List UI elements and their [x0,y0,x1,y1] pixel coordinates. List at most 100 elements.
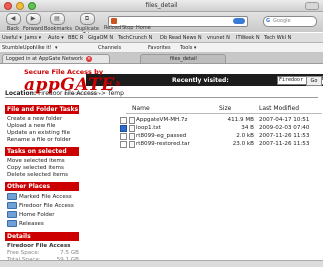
table-row[interactable]: rt8099-eg_passed 2.0 kB 2007-11-26 11:53 [120,132,322,140]
location-label: Location: [5,90,37,97]
folder-label: Firedoor File Access [19,203,74,209]
file-icon [129,117,135,124]
rss-icon[interactable] [233,18,245,24]
tools-button[interactable]: Tools ▾ [180,45,196,51]
bookmark-item[interactable]: Jams ▾ [25,35,41,41]
folder-label: Home Folder [19,212,55,218]
location-breadcrumb: Location: Firedoor File Access -> Temp [5,90,124,97]
page-content: Recently visited: Firedoor File Access ▾… [0,64,323,263]
free-space-label: Free Space: [7,250,40,256]
favorites-button[interactable]: Favorites [148,45,171,51]
row-checkbox[interactable] [120,117,127,124]
move-selected-link[interactable]: Move selected items [5,158,79,165]
update-file-link[interactable]: Update an existing file [5,130,79,137]
folder-icon [7,220,17,227]
table-row[interactable]: loop1.txt 34 B 2009-02-03 07:40 [120,124,322,132]
close-tab-icon[interactable]: × [85,55,92,62]
row-checkbox[interactable] [120,141,127,148]
bookmark-item[interactable]: BBC R [68,35,83,41]
details-heading: Details [5,232,79,241]
toolbar-toggle-icon[interactable] [305,2,319,10]
channels-button[interactable]: Channels [98,45,121,51]
bookmark-item[interactable]: vnunet N [207,35,230,41]
other-places-heading: Other Places [5,182,79,191]
folder-icon [7,211,17,218]
tab-appgate-login[interactable]: Logged in at AppGate Network × [2,54,110,63]
folder-icon [7,193,17,200]
stumbleupon-button[interactable]: StumbleUpon [2,45,36,51]
forward-button-label: Forward [22,26,44,32]
delete-selected-link[interactable]: Delete selected items [5,172,79,179]
go-button[interactable]: Go [306,76,322,86]
file-name[interactable]: rt8099-eg_passed [136,133,186,139]
bookmark-item[interactable]: Useful ▾ [2,35,22,41]
dropdown-icon[interactable]: ▾ [55,45,58,51]
bookmarks-button-label: Bookmarks [44,26,72,32]
extensions-bar: StumbleUpon I like it! ▾ Channels Favori… [0,43,323,53]
row-checkbox[interactable] [120,133,127,140]
file-size: 2.0 kB [236,133,254,139]
location-path: Firedoor File Access -> Temp [38,90,124,97]
upload-file-link[interactable]: Upload a new file [5,123,79,130]
bookmark-item[interactable]: Db Read News N [160,35,202,41]
file-modified: 2007-11-26 11:53 [259,133,310,139]
home-folder-link[interactable]: Home Folder [5,211,79,220]
bookmark-item[interactable]: Tech Wkl N [264,35,291,41]
sidebar: File and Folder Tasks Create a new folde… [5,105,79,264]
file-name[interactable]: rt8099-restored.tar [136,141,190,147]
google-search-icon: G [266,18,271,24]
column-header-name[interactable]: Name [132,105,150,112]
tab-files-detail[interactable]: files_detail [140,54,226,63]
rename-link[interactable]: Rename a file or folder [5,137,79,144]
search-field[interactable]: G Google [263,16,317,27]
i-like-it-button[interactable]: I like it! [33,45,52,51]
tab-label: Logged in at AppGate Network [6,56,83,62]
file-size: 34 B [241,125,254,131]
folder-label: Releases [19,221,44,227]
divider [5,97,318,98]
file-name[interactable]: loop1.txt [136,125,161,131]
file-modified: 2007-04-17 10:51 [259,117,310,123]
file-icon [129,133,135,140]
bookmark-item[interactable]: Auto ▾ [48,35,64,41]
duplicate-tab-icon: ⧉ [79,13,95,25]
file-size: 411.9 MB [227,117,254,123]
details-name: Firedoor File Access [7,243,71,249]
free-space-row: Free Space: 7.5 GB [5,250,79,257]
free-space-value: 7.5 GB [60,250,79,256]
recently-visited-bar: Recently visited: Firedoor File Access ▾… [86,74,323,86]
marked-file-access-link[interactable]: Marked File Access [5,193,79,202]
forward-icon: ▶ [25,13,41,25]
create-folder-link[interactable]: Create a new folder [5,116,79,123]
reload-button-label: Reload [104,25,122,31]
folder-label: Marked File Access [19,194,72,200]
window-title: files_detail [145,2,178,9]
forward-button[interactable]: ▶ Forward [22,13,44,32]
column-header-size[interactable]: Size [219,105,231,112]
bookmarks-bar: Useful ▾ Jams ▾ Auto ▾ BBC R GigaOM N Te… [0,33,323,43]
browser-toolbar: ◀ Back ▶ Forward ▤ Bookmarks ⧉ Duplicate… [0,12,323,38]
back-button-label: Back [6,26,20,32]
window-titlebar: files_detail [0,0,323,12]
logo-registered-mark: ® [114,81,122,88]
file-icon [129,125,135,132]
bookmark-item[interactable]: ITWeek N [236,35,260,41]
table-row[interactable]: AppgateVM-MH.7z 411.9 MB 2007-04-17 10:5… [120,116,322,124]
file-size: 23.0 kB [232,141,254,147]
back-button[interactable]: ◀ Back [2,13,24,32]
back-icon: ◀ [5,13,21,25]
file-tasks-heading: File and Folder Tasks [5,105,79,114]
table-row[interactable]: rt8099-restored.tar 23.0 kB 2007-11-26 1… [120,140,322,148]
column-header-modified[interactable]: Last Modified [259,105,299,112]
file-modified: 2007-11-26 11:53 [259,141,310,147]
bookmarks-button[interactable]: ▤ Bookmarks [44,13,72,32]
bookmarks-icon: ▤ [49,13,65,25]
bookmark-item[interactable]: TechCrunch N [118,35,152,41]
bookmark-item[interactable]: GigaOM N [88,35,113,41]
file-name[interactable]: AppgateVM-MH.7z [136,117,187,123]
copy-selected-link[interactable]: Copy selected items [5,165,79,172]
row-checkbox[interactable] [120,125,127,132]
table-header: Name Size Last Modified [126,105,322,114]
releases-link[interactable]: Releases [5,220,79,229]
firedoor-file-access-link[interactable]: Firedoor File Access [5,202,79,211]
